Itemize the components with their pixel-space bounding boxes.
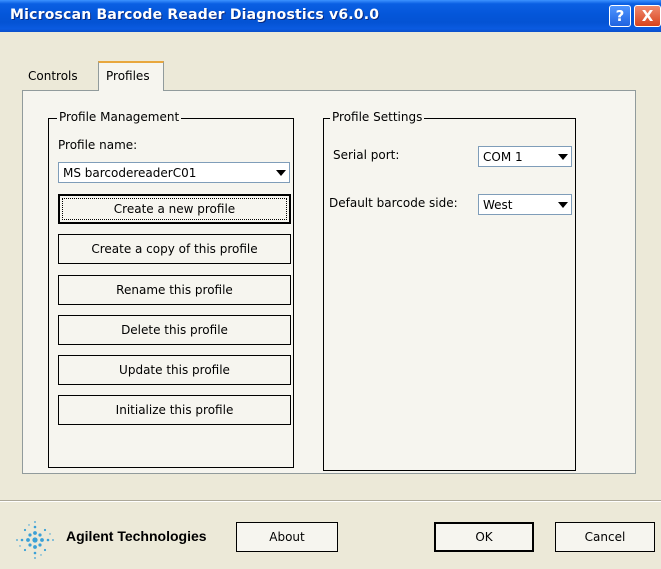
serial-port-value: COM 1 [483,150,523,164]
profile-settings-legend: Profile Settings [330,110,425,124]
profile-name-label: Profile name: [58,138,138,152]
agilent-spark-logo-icon [16,521,54,559]
tab-profiles-label: Profiles [106,69,150,83]
default-side-value: West [483,198,513,212]
footer-divider-highlight [0,501,661,502]
about-button[interactable]: About [236,522,338,552]
profile-management-group: Profile Management Profile name: MS barc… [48,110,294,468]
default-side-label: Default barcode side: [329,196,458,210]
initialize-profile-button[interactable]: Initialize this profile [58,395,291,425]
help-icon: ? [615,7,625,25]
update-profile-button[interactable]: Update this profile [58,355,291,385]
close-button[interactable]: X [634,5,661,27]
default-side-dropdown[interactable]: West [478,194,572,215]
tab-profiles[interactable]: Profiles [98,61,164,91]
chevron-down-icon [276,170,286,176]
focus-rectangle [62,198,287,220]
create-profile-button[interactable]: Create a new profile [58,194,291,224]
close-icon: X [641,7,654,25]
tab-page-profiles: Profile Management Profile name: MS barc… [22,90,636,474]
copy-profile-button[interactable]: Create a copy of this profile [58,234,291,264]
serial-port-label: Serial port: [333,148,400,162]
window-title: Microscan Barcode Reader Diagnostics v6.… [10,7,380,23]
chevron-down-icon [558,154,568,160]
profile-management-legend: Profile Management [57,110,182,124]
help-button[interactable]: ? [609,5,631,27]
title-bar[interactable]: Microscan Barcode Reader Diagnostics v6.… [0,0,661,32]
delete-profile-button[interactable]: Delete this profile [58,315,291,345]
company-name: Agilent Technologies [66,528,207,544]
profile-name-value: MS barcodereaderC01 [63,166,197,180]
ok-button[interactable]: OK [434,522,534,552]
profile-settings-group: Profile Settings Serial port: COM 1 Defa… [323,110,576,471]
chevron-down-icon [558,202,568,208]
dialog-window: Microscan Barcode Reader Diagnostics v6.… [0,0,661,569]
profile-name-dropdown[interactable]: MS barcodereaderC01 [58,162,290,183]
cancel-button[interactable]: Cancel [555,522,655,552]
rename-profile-button[interactable]: Rename this profile [58,275,291,305]
tab-controls[interactable]: Controls [28,69,78,83]
serial-port-dropdown[interactable]: COM 1 [478,146,572,167]
